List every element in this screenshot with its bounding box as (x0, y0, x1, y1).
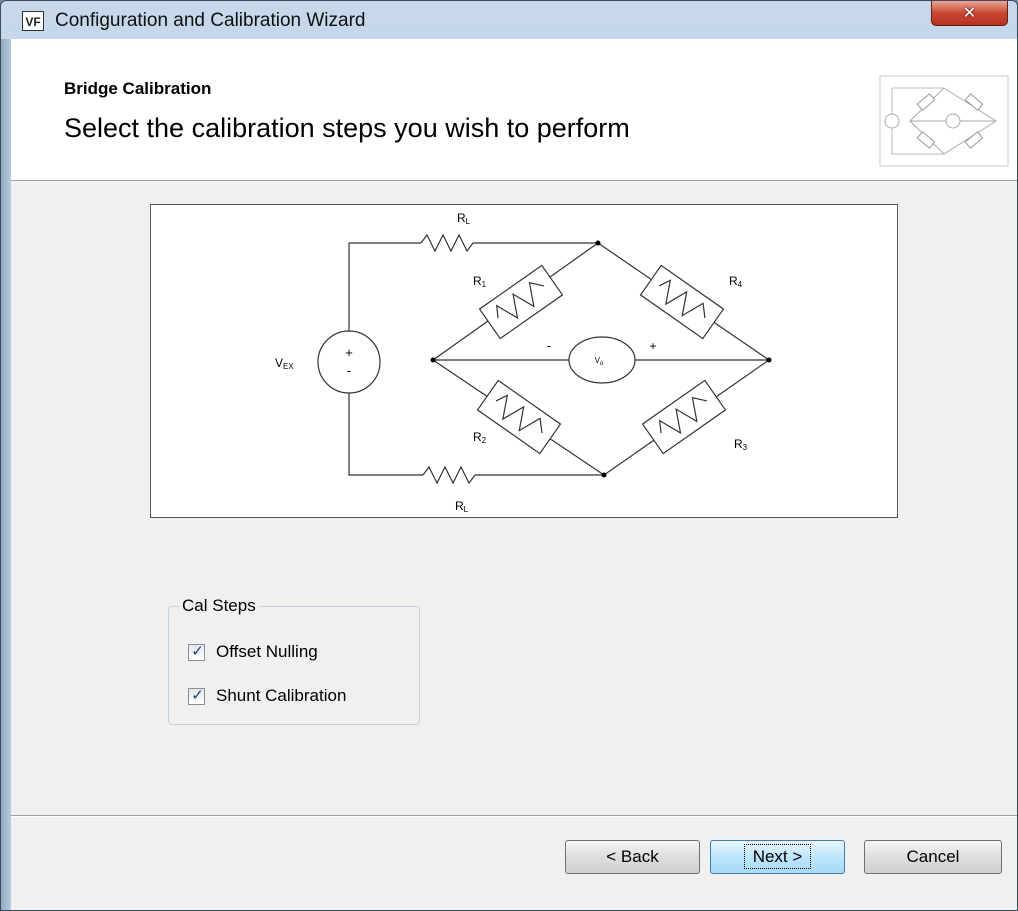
r2-label: R2 (473, 430, 487, 445)
bridge-circuit-diagram: + - Vo - + RL RL R1 R4 R2 R3 VEX (150, 204, 898, 518)
offset-nulling-checkbox[interactable]: ✓ Offset Nulling (188, 642, 318, 662)
cal-steps-group-label: Cal Steps (179, 596, 259, 616)
svg-text:+: + (649, 339, 656, 353)
footer-divider (11, 815, 1017, 817)
close-icon: ✕ (962, 3, 977, 22)
page-subtitle: Select the calibration steps you wish to… (64, 113, 630, 143)
rl-bottom-label: RL (455, 499, 469, 514)
r2-resistor (476, 379, 562, 455)
r1-resistor (478, 264, 564, 340)
svg-text:+: + (345, 345, 353, 360)
checkbox-box[interactable]: ✓ (188, 641, 205, 661)
offset-nulling-label[interactable]: Offset Nulling (216, 642, 318, 662)
rl-top-label: RL (457, 211, 471, 226)
r4-resistor (639, 264, 725, 340)
check-icon: ✓ (191, 641, 204, 660)
check-icon: ✓ (191, 685, 204, 704)
wizard-window: VF Configuration and Calibration Wizard … (0, 0, 1018, 911)
r1-label: R1 (473, 274, 487, 289)
wizard-content: Bridge Calibration Select the calibratio… (11, 39, 1017, 910)
page-title: Bridge Calibration (64, 79, 212, 98)
cal-steps-group (168, 606, 420, 725)
r3-resistor (641, 379, 727, 455)
bridge-circuit-svg: + - Vo - + RL RL R1 R4 R2 R3 VEX (275, 211, 772, 514)
rl-bottom-resistor (422, 465, 476, 485)
next-button-label: Next > (743, 844, 812, 869)
r4-label: R4 (729, 274, 743, 289)
shunt-calibration-checkbox[interactable]: ✓ Shunt Calibration (188, 686, 346, 706)
rl-top-resistor (420, 233, 474, 253)
shunt-calibration-label[interactable]: Shunt Calibration (216, 686, 346, 706)
bridge-thumbnail-icon (879, 75, 1009, 167)
svg-text:-: - (547, 338, 551, 353)
vex-label: VEX (275, 356, 294, 371)
next-button[interactable]: Next > (710, 840, 845, 874)
close-button[interactable]: ✕ (931, 1, 1008, 26)
r3-label: R3 (734, 437, 748, 452)
svg-text:-: - (347, 362, 352, 378)
checkbox-box[interactable]: ✓ (188, 685, 205, 705)
window-title: Configuration and Calibration Wizard (55, 10, 366, 31)
back-button[interactable]: < Back (565, 840, 700, 874)
window-frame-left (1, 39, 11, 910)
title-bar[interactable]: VF Configuration and Calibration Wizard … (1, 1, 1017, 39)
cancel-button[interactable]: Cancel (864, 840, 1002, 874)
output-voltmeter (568, 336, 636, 384)
wizard-header: Bridge Calibration Select the calibratio… (11, 39, 1017, 181)
app-icon: VF (22, 11, 44, 31)
